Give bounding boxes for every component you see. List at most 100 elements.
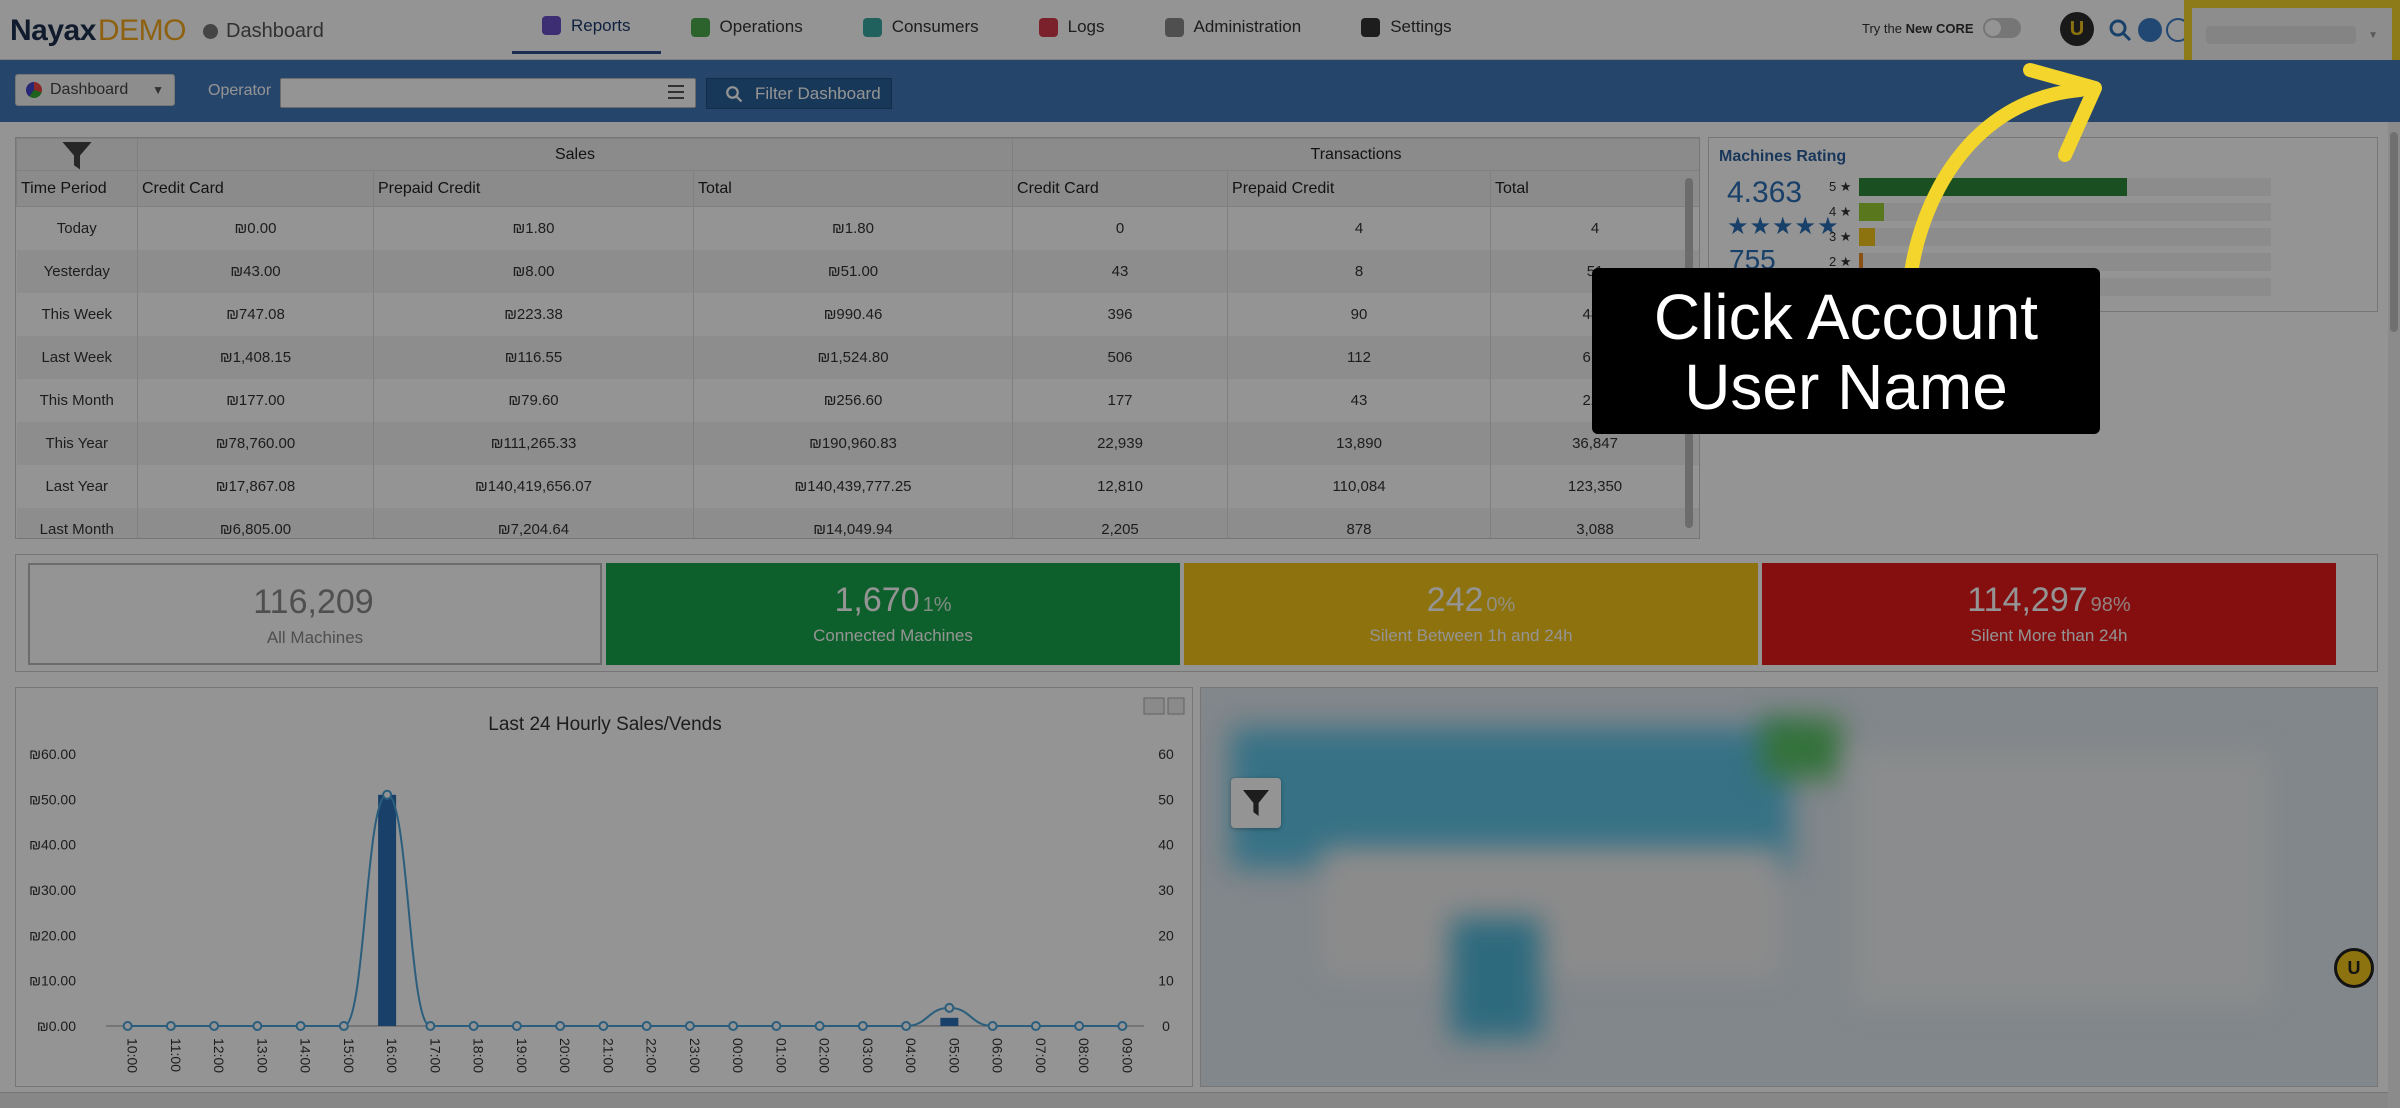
table-cell: 112 (1227, 335, 1492, 379)
time-period-cell: This Year (16, 421, 138, 465)
table-cell: ₪190,960.83 (693, 421, 1014, 465)
table-cell: ₪747.08 (137, 292, 374, 336)
status-counter-1[interactable]: 1,670 1% Connected Machines (606, 563, 1180, 665)
x-tick-label: 18:00 (471, 1038, 487, 1073)
chart-point (944, 1002, 955, 1013)
table-cell: ₪140,439,777.25 (693, 464, 1014, 508)
transactions-group-header: Transactions (1012, 138, 1699, 171)
academy-graduation-icon[interactable]: U (2060, 12, 2094, 46)
status-value: 114,297 98% (1762, 581, 2336, 620)
chart-point (252, 1021, 263, 1031)
table-cell: ₪17,867.08 (137, 464, 374, 508)
column-header[interactable]: Prepaid Credit (373, 170, 694, 207)
y-right-tick-label: 50 (1158, 791, 1174, 807)
menu-item-label: Reports (571, 15, 631, 35)
table-cell: ₪78,760.00 (137, 421, 374, 465)
rating-stars: ★★★★★ (1727, 213, 1840, 240)
chart-point (122, 1021, 133, 1031)
callout-line-2: User Name (1684, 351, 2008, 423)
chart-point (295, 1021, 306, 1031)
dashboard-select[interactable]: Dashboard ▼ (15, 74, 175, 106)
x-tick-label: 15:00 (341, 1038, 357, 1073)
table-row: This Month₪177.00₪79.60₪256.6017743220 (16, 378, 1699, 422)
column-header[interactable]: Credit Card (1012, 170, 1229, 207)
x-tick-label: 07:00 (1033, 1038, 1049, 1073)
chart-point (1117, 1021, 1128, 1031)
status-counter-3[interactable]: 114,297 98% Silent More than 24h (1762, 563, 2336, 665)
status-percent: 1% (922, 594, 952, 616)
page-scrollbar-thumb[interactable] (2390, 132, 2398, 332)
table-cell: ₪7,204.64 (373, 507, 694, 538)
chart-table-view-icon (1143, 697, 1165, 715)
logs-icon (1038, 17, 1058, 37)
table-row: This Year ₪78,760.00 ₪111,265.33 ₪190,960.8… (16, 421, 1699, 465)
table-cell: ₪51.00 (693, 249, 1014, 293)
breadcrumb: Dashboard (203, 20, 324, 43)
column-header[interactable]: Credit Card (137, 170, 374, 207)
globe-icon[interactable] (2138, 18, 2162, 42)
menu-item-operations[interactable]: Operations (661, 0, 833, 54)
sales-transactions-table: Sales Transactions Time Period Credit Car… (16, 138, 1699, 538)
table-cell: ₪0.00 (137, 206, 374, 250)
x-tick-label: 21:00 (600, 1038, 616, 1073)
map-ocean-shape-2 (1451, 918, 1541, 1038)
list-icon[interactable] (668, 85, 684, 99)
menu-item-logs[interactable]: Logs (1009, 0, 1135, 54)
y-right-tick-label: 10 (1158, 973, 1174, 989)
menu-item-reports[interactable]: Reports (512, 0, 661, 54)
column-header[interactable]: Prepaid Credit (1227, 170, 1492, 207)
table-cell: 13,890 (1227, 421, 1492, 465)
table-cell: 4 (1227, 206, 1492, 250)
nayax-logo[interactable]: NayaxDEMO (10, 14, 186, 48)
x-tick-label: 16:00 (384, 1038, 400, 1073)
status-counter-2[interactable]: 242 0% Silent Between 1h and 24h (1184, 563, 1758, 665)
map-filter-button[interactable] (1231, 778, 1281, 828)
chart-point (468, 1021, 479, 1031)
time-period-cell: Last Month (16, 507, 138, 538)
page-scrollbar[interactable] (2388, 122, 2400, 1108)
menu-item-settings[interactable]: Settings (1331, 0, 1481, 54)
pie-chart-icon (26, 82, 42, 98)
menu-item-consumers[interactable]: Consumers (833, 0, 1009, 54)
column-header[interactable]: Time Period (16, 170, 138, 207)
table-row: Last Week ₪1,408.15 ₪116.55 ₪1,524.80 506 112… (16, 335, 1699, 379)
x-tick-label: 20:00 (557, 1038, 573, 1073)
map-cluster-shape (1761, 718, 1841, 778)
search-icon (726, 85, 743, 102)
column-header[interactable]: Total (1490, 170, 1699, 207)
y-left-tick-label: ₪0.00 (37, 1018, 76, 1034)
x-tick-label: 19:00 (514, 1038, 530, 1073)
menu-item-label: Administration (1193, 17, 1302, 36)
table-filter-cell[interactable] (16, 138, 138, 171)
chart-point (555, 1021, 566, 1031)
table-cell: ₪990.46 (693, 292, 1014, 336)
menu-item-label: Logs (1067, 17, 1105, 36)
map-ocean-shape (1231, 728, 1791, 868)
table-row: This Week₪747.08₪223.38₪990.4639690486 (16, 292, 1699, 336)
menu-item-label: Operations (719, 17, 803, 36)
time-period-cell: This Month (16, 378, 138, 422)
top-navigation: NayaxDEMO Dashboard Reports Operations Con… (0, 0, 2400, 70)
administration-icon (1164, 17, 1184, 37)
table-cell: ₪1,408.15 (137, 335, 374, 379)
academy-badge-icon[interactable]: U (2334, 948, 2374, 988)
table-cell: 90 (1227, 292, 1492, 336)
filter-dashboard-button[interactable]: Filter Dashboard (706, 78, 892, 109)
table-cell: ₪79.60 (373, 378, 694, 422)
x-tick-label: 03:00 (860, 1038, 876, 1073)
x-tick-label: 09:00 (1119, 1038, 1135, 1073)
filter-funnel-icon[interactable] (62, 141, 92, 170)
tutorial-arrow-icon (1903, 63, 2102, 287)
status-counter-0[interactable]: 116,209 All Machines (28, 563, 602, 665)
new-core-toggle[interactable] (1983, 18, 2021, 38)
operator-input[interactable] (280, 78, 696, 108)
machines-map-panel[interactable] (1200, 687, 2378, 1087)
x-tick-label: 23:00 (687, 1038, 703, 1073)
table-cell: ₪1.80 (693, 206, 1014, 250)
search-icon[interactable] (2108, 18, 2132, 42)
chart-bar (378, 794, 397, 1026)
y-right-tick-label: 40 (1158, 837, 1174, 853)
account-user-name[interactable] (2206, 26, 2356, 44)
menu-item-administration[interactable]: Administration (1135, 0, 1332, 54)
column-header[interactable]: Total (692, 170, 1014, 207)
